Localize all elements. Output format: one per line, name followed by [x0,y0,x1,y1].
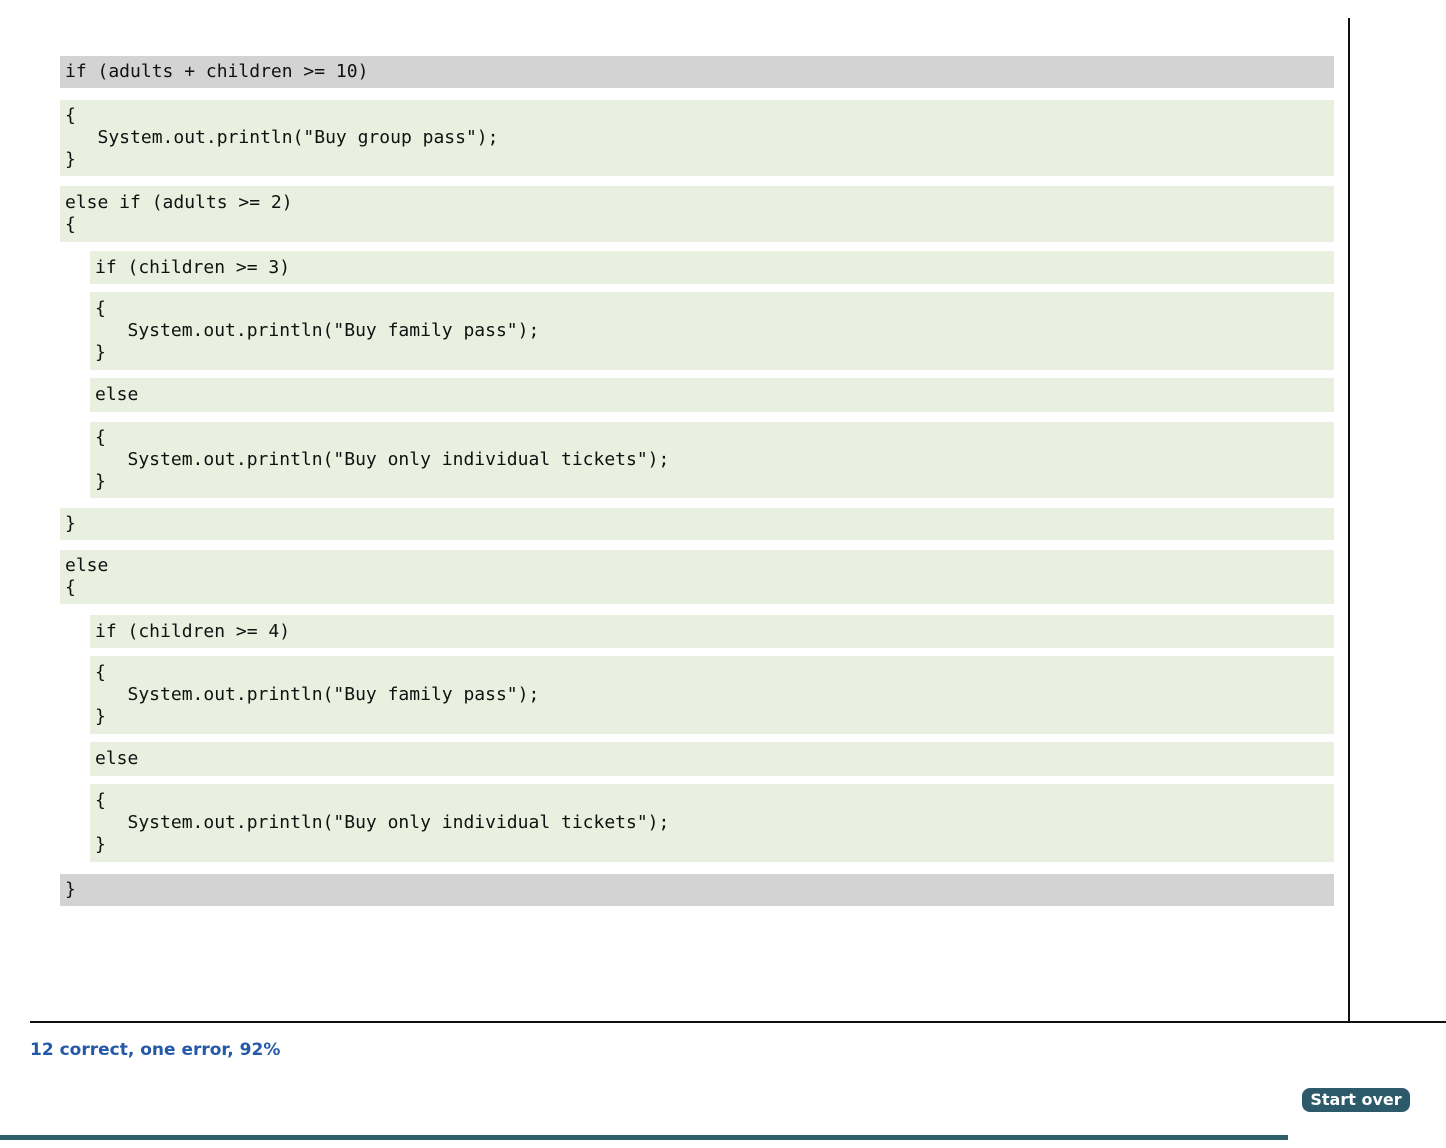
code-line: if (children >= 4) [95,620,291,642]
answer-area-bottom-border [30,1021,1446,1023]
code-block[interactable]: { System.out.println("Buy family pass");… [90,292,1334,370]
code-line: } [95,471,106,492]
code-line: else [95,748,139,769]
code-line: } [65,879,76,900]
code-block[interactable]: else if (adults >= 2) { [60,186,1334,242]
start-over-button[interactable]: Start over [1302,1088,1410,1112]
code-line: { [65,577,76,598]
bottom-divider [0,1135,1288,1140]
code-line: if (children >= 3) [95,256,291,278]
answer-area-right-border [1348,18,1350,1023]
code-block[interactable]: { System.out.println("Buy only individua… [90,784,1334,862]
code-line: } [65,149,76,170]
code-block[interactable]: { System.out.println("Buy family pass");… [90,656,1334,734]
code-line: { [95,298,106,319]
code-block[interactable]: { System.out.println("Buy only individua… [90,422,1334,498]
feedback-score: 12 correct, one error, 92% [30,1040,281,1060]
code-block[interactable]: else [90,378,1334,412]
code-line: else [95,384,139,405]
code-line: if (adults + children >= 10) [65,61,369,82]
code-line: } [95,342,106,363]
code-line: { [65,214,76,235]
code-block[interactable]: { System.out.println("Buy group pass"); … [60,100,1334,176]
code-block[interactable]: else { [60,550,1334,604]
code-line: System.out.println("Buy family pass"); [95,320,540,341]
code-block[interactable]: } [60,508,1334,540]
code-line: System.out.println("Buy only individual … [95,812,670,833]
code-line: } [65,513,76,534]
code-block[interactable]: } [60,874,1334,906]
code-line: { [65,105,76,126]
code-block[interactable]: if (children >= 4) [90,615,1334,648]
code-block[interactable]: else [90,742,1334,776]
code-block[interactable]: if (adults + children >= 10) [60,56,1334,88]
code-line: System.out.println("Buy family pass"); [95,684,540,705]
code-line: else if (adults >= 2) [65,192,293,213]
code-line: System.out.println("Buy only individual … [95,449,670,470]
code-line: { [95,427,106,448]
parsons-problem-page: if (adults + children >= 10) { System.ou… [0,0,1446,1148]
code-block[interactable]: if (children >= 3) [90,251,1334,284]
code-line: else [65,555,109,576]
code-line: { [95,662,106,683]
code-line: System.out.println("Buy group pass"); [65,127,499,148]
code-line: } [95,834,106,855]
code-line: { [95,790,106,811]
code-line: } [95,706,106,727]
